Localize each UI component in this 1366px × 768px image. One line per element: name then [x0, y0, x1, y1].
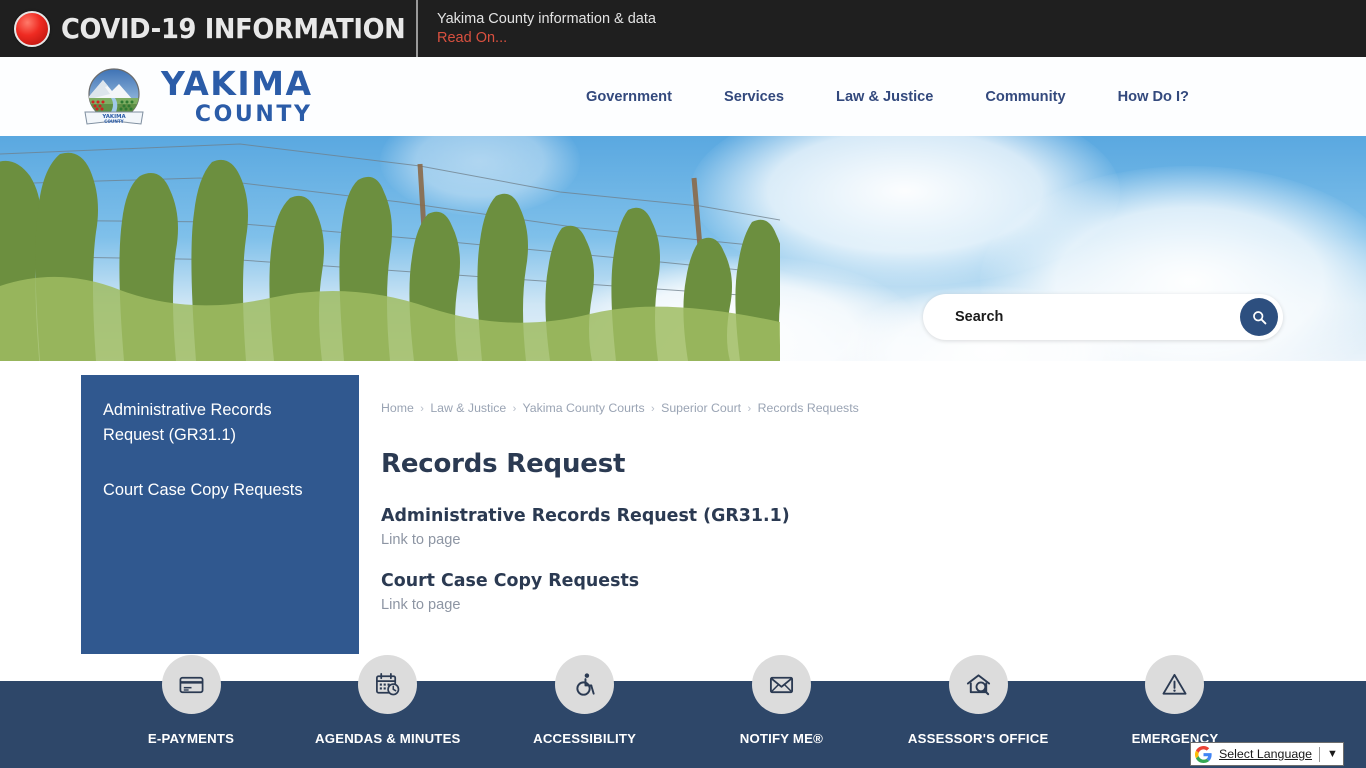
sidebar-item-court-case-copy-requests[interactable]: Court Case Copy Requests	[103, 478, 337, 503]
select-language-label[interactable]: Select Language	[1219, 747, 1312, 761]
breadcrumb: Home › Law & Justice › Yakima County Cou…	[381, 361, 1281, 417]
main-navigation: Government Services Law & Justice Commun…	[560, 57, 1215, 136]
quicklink-label: E-PAYMENTS	[147, 731, 235, 746]
quicklink-e-payments[interactable]: E-PAYMENTS	[116, 655, 266, 768]
link-administrative-records-request-subtext: Link to page	[381, 532, 461, 548]
breadcrumb-item-superior-court[interactable]: Superior Court	[661, 401, 741, 415]
search-button[interactable]	[1240, 298, 1278, 336]
wheelchair-icon	[555, 655, 615, 714]
hop-field-illustration	[0, 143, 780, 361]
covid-alert-title: COVID-19 INFORMATION	[61, 12, 406, 45]
breadcrumb-separator: ›	[512, 403, 517, 415]
quicklink-notify-me[interactable]: NOTIFY ME®	[706, 655, 856, 768]
page-title: Records Request	[381, 449, 626, 479]
svg-text:COUNTY: COUNTY	[104, 119, 124, 124]
alert-dot-icon	[14, 10, 50, 47]
hero-banner	[0, 136, 1366, 361]
quicklink-assessors-office[interactable]: ASSESSOR'S OFFICE	[903, 655, 1053, 768]
covid-alert-title-group[interactable]: COVID-19 INFORMATION	[0, 0, 418, 57]
quicklinks-bar: E-PAYMENTS AGENDAS & MINUTES ACCESSIBILI…	[0, 655, 1366, 768]
quicklink-label: ASSESSOR'S OFFICE	[907, 731, 1049, 746]
link-court-case-copy-requests[interactable]: Court Case Copy Requests	[381, 571, 639, 591]
sidebar-navigation: Administrative Records Request (GR31.1) …	[81, 375, 359, 654]
breadcrumb-item-home[interactable]: Home	[381, 401, 414, 415]
breadcrumb-item-yakima-county-courts[interactable]: Yakima County Courts	[523, 401, 645, 415]
nav-item-services[interactable]: Services	[698, 89, 810, 105]
nav-item-law-justice[interactable]: Law & Justice	[810, 89, 959, 105]
content-link-block: Administrative Records Request (GR31.1) …	[381, 479, 1281, 548]
site-logo[interactable]: YAKIMA COUNTY YAKIMA COUNTY	[81, 64, 313, 130]
content-link-block: Court Case Copy Requests Link to page	[381, 548, 1281, 613]
calendar-clock-icon	[358, 655, 418, 714]
brand-line-county: COUNTY	[194, 102, 313, 127]
quicklink-label: ACCESSIBILITY	[533, 731, 637, 746]
breadcrumb-separator: ›	[747, 403, 752, 415]
covid-alert-subtitle: Yakima County information & data	[437, 10, 656, 27]
nav-item-how-do-i[interactable]: How Do I?	[1092, 89, 1215, 105]
envelope-icon	[751, 655, 811, 714]
nav-item-government[interactable]: Government	[560, 89, 698, 105]
nav-item-community[interactable]: Community	[959, 89, 1091, 105]
quicklink-label: NOTIFY ME®	[739, 731, 824, 746]
house-search-icon	[948, 655, 1008, 714]
quicklink-label: AGENDAS & MINUTES	[315, 731, 461, 746]
covid-alert-bar: COVID-19 INFORMATION Yakima County infor…	[0, 0, 1366, 57]
google-logo-icon	[1195, 745, 1212, 763]
site-header: YAKIMA COUNTY YAKIMA COUNTY Government S…	[0, 57, 1366, 136]
quicklink-accessibility[interactable]: ACCESSIBILITY	[510, 655, 660, 768]
search-input[interactable]	[953, 308, 1240, 326]
link-court-case-copy-requests-subtext: Link to page	[381, 597, 461, 613]
covid-alert-detail: Yakima County information & data Read On…	[418, 0, 656, 57]
chevron-down-icon[interactable]: ▼	[1327, 748, 1338, 760]
breadcrumb-item-law-justice[interactable]: Law & Justice	[430, 401, 506, 415]
site-search[interactable]	[923, 294, 1283, 340]
main-column: Home › Law & Justice › Yakima County Cou…	[381, 361, 1281, 613]
search-icon	[1252, 310, 1266, 324]
translate-divider	[1319, 746, 1321, 762]
link-administrative-records-request[interactable]: Administrative Records Request (GR31.1)	[381, 506, 790, 526]
covid-read-on-link[interactable]: Read On...	[437, 29, 656, 48]
warning-triangle-icon	[1145, 655, 1205, 714]
breadcrumb-item-current: Records Requests	[757, 401, 859, 415]
sidebar-item-administrative-records-request[interactable]: Administrative Records Request (GR31.1)	[103, 398, 337, 448]
breadcrumb-separator: ›	[420, 403, 424, 415]
brand-line-yakima: YAKIMA	[161, 64, 313, 103]
google-translate-widget[interactable]: Select Language ▼	[1190, 742, 1344, 766]
quicklinks-row: E-PAYMENTS AGENDAS & MINUTES ACCESSIBILI…	[0, 655, 1366, 768]
brand-wordmark: YAKIMA COUNTY	[161, 67, 313, 126]
yakima-county-seal-icon: YAKIMA COUNTY	[81, 64, 147, 130]
credit-card-icon	[161, 655, 221, 714]
quicklink-agendas-minutes[interactable]: AGENDAS & MINUTES	[313, 655, 463, 768]
page-content: Administrative Records Request (GR31.1) …	[0, 361, 1366, 671]
breadcrumb-separator: ›	[651, 403, 655, 415]
